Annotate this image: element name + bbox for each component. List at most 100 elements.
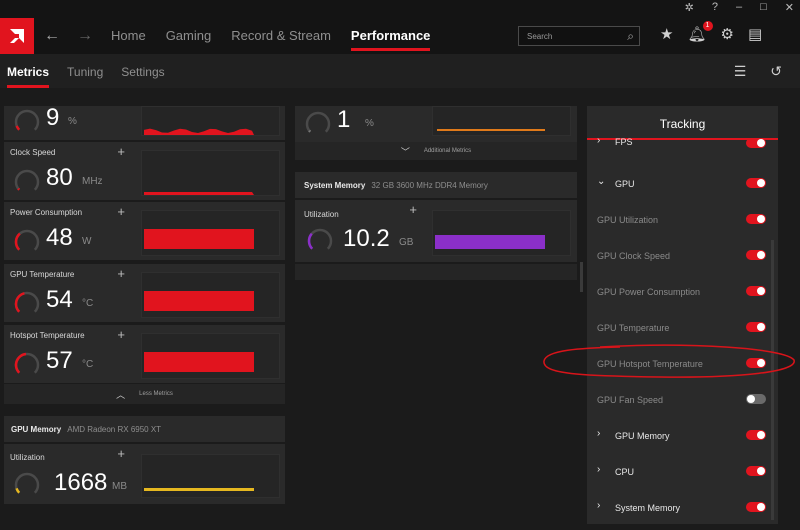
add-metric-plus-icon[interactable]: + bbox=[117, 266, 125, 281]
tracking-row[interactable]: › FPS bbox=[587, 134, 778, 154]
system-memory-footer bbox=[295, 264, 577, 280]
search-placeholder: Search bbox=[527, 32, 553, 41]
gauge-fill bbox=[308, 129, 312, 133]
gpu-memory-value: 1668 bbox=[54, 469, 108, 496]
middle-scrollbar[interactable] bbox=[580, 262, 583, 292]
tracking-row-label: System Memory bbox=[615, 503, 681, 513]
gauge-track bbox=[14, 472, 40, 494]
tab-metrics[interactable]: Metrics bbox=[7, 65, 50, 88]
tracking-toggle[interactable] bbox=[746, 502, 766, 512]
notifications-bell-icon[interactable]: 🔔︎ 1 bbox=[687, 21, 713, 43]
tracking-row-label: GPU Memory bbox=[615, 431, 670, 441]
chevron-up-icon: ︿ bbox=[116, 389, 126, 400]
settings-gear-icon[interactable]: ⚙ bbox=[721, 25, 734, 43]
toggle-knob bbox=[757, 215, 765, 223]
tracking-row[interactable]: › CPU bbox=[587, 454, 778, 490]
cpu-graph bbox=[432, 106, 571, 136]
bug-icon[interactable]: ✲ bbox=[685, 1, 694, 14]
annotation-ellipse bbox=[543, 344, 795, 378]
minimize-icon[interactable]: – bbox=[736, 1, 742, 14]
add-metric-plus-icon[interactable]: + bbox=[117, 144, 125, 159]
toggle-knob bbox=[757, 503, 765, 511]
add-metric-plus-icon[interactable]: + bbox=[117, 327, 125, 342]
metric-value: 57 bbox=[46, 347, 73, 374]
toggle-knob bbox=[757, 139, 765, 147]
tracking-row[interactable]: GPU Fan Speed bbox=[587, 382, 778, 418]
tracking-row[interactable]: › System Memory bbox=[587, 490, 778, 526]
less-metrics-toggle[interactable]: ︿ Less Metrics bbox=[4, 384, 285, 404]
chevron-right-icon[interactable]: › bbox=[597, 500, 600, 511]
close-icon[interactable]: ✕ bbox=[785, 1, 794, 14]
add-metric-plus-icon[interactable]: + bbox=[409, 202, 417, 217]
tracking-scrollbar[interactable] bbox=[771, 240, 774, 520]
tab-settings[interactable]: Settings bbox=[121, 65, 164, 79]
tracking-toggle[interactable] bbox=[746, 430, 766, 440]
chevron-right-icon[interactable]: › bbox=[597, 428, 600, 439]
gauge-fill bbox=[15, 487, 21, 494]
tracking-row[interactable]: GPU Power Consumption bbox=[587, 274, 778, 310]
metric-unit: °C bbox=[82, 298, 94, 309]
metric-value: 54 bbox=[46, 286, 73, 313]
cpu-utilization-card: 1 % bbox=[295, 106, 577, 142]
metric-sparkline bbox=[144, 128, 254, 135]
tracking-row[interactable]: › GPU Memory bbox=[587, 418, 778, 454]
tracking-toggle[interactable] bbox=[746, 214, 766, 224]
cpu-gauge bbox=[305, 111, 331, 133]
nav-performance[interactable]: Performance bbox=[350, 28, 431, 51]
favorites-star-icon[interactable]: ★ bbox=[660, 25, 673, 43]
gpu-memory-subtitle: AMD Radeon RX 6950 XT bbox=[67, 425, 162, 434]
list-view-icon[interactable]: ☰ bbox=[734, 63, 747, 80]
search-input[interactable]: Search ⌕ bbox=[518, 26, 640, 46]
gpu-metric-card: Power Consumption +48 W bbox=[4, 202, 285, 260]
nav-home[interactable]: Home bbox=[111, 28, 146, 43]
tracking-toggle[interactable] bbox=[746, 178, 766, 188]
add-metric-plus-icon[interactable]: + bbox=[117, 204, 125, 219]
additional-metrics-toggle[interactable]: ﹀ Additional Metrics bbox=[295, 142, 577, 160]
sidebar-toggle-icon[interactable]: ▤ bbox=[748, 25, 762, 43]
metric-bar bbox=[144, 291, 254, 311]
tracking-toggle[interactable] bbox=[746, 138, 766, 148]
tracking-toggle[interactable] bbox=[746, 394, 766, 404]
gpu-memory-utilization-card: Utilization + 1668 MB bbox=[4, 444, 285, 504]
system-memory-label: Utilization bbox=[304, 210, 339, 219]
tracking-row[interactable]: GPU Temperature bbox=[587, 310, 778, 346]
tracking-row[interactable]: GPU Clock Speed bbox=[587, 238, 778, 274]
forward-arrow-icon[interactable]: → bbox=[77, 27, 93, 45]
toggle-knob bbox=[757, 287, 765, 295]
amd-logo[interactable] bbox=[0, 18, 34, 54]
top-navigation: ← → Home Gaming Record & Stream Performa… bbox=[0, 18, 800, 54]
metric-value: 48 bbox=[46, 224, 73, 251]
tracking-row-label: GPU Utilization bbox=[597, 215, 659, 225]
back-arrow-icon[interactable]: ← bbox=[44, 27, 60, 45]
toggle-knob bbox=[757, 179, 765, 187]
metric-label: GPU Temperature bbox=[10, 270, 75, 279]
maximize-icon[interactable]: □ bbox=[760, 1, 767, 14]
chevron-down-icon: ﹀ bbox=[400, 146, 410, 157]
gpu-memory-title: GPU Memory bbox=[11, 425, 62, 434]
sparkline-area bbox=[144, 192, 254, 195]
tab-tuning[interactable]: Tuning bbox=[67, 65, 103, 79]
system-memory-title: System Memory bbox=[304, 181, 366, 190]
nav-record-stream[interactable]: Record & Stream bbox=[231, 28, 331, 43]
metric-unit: MHz bbox=[82, 176, 103, 187]
gauge-track bbox=[14, 109, 40, 131]
gpu-memory-unit: MB bbox=[112, 481, 127, 492]
metric-sparkline bbox=[144, 192, 254, 195]
metric-label: Clock Speed bbox=[10, 148, 56, 157]
tracking-toggle[interactable] bbox=[746, 286, 766, 296]
tracking-toggle[interactable] bbox=[746, 466, 766, 476]
sparkline-area bbox=[144, 128, 254, 135]
chevron-right-icon[interactable]: › bbox=[597, 135, 600, 146]
chevron-down-icon[interactable]: ⌄ bbox=[597, 176, 605, 187]
reset-icon[interactable]: ↺ bbox=[770, 63, 782, 80]
tracking-row[interactable]: GPU Utilization bbox=[587, 202, 778, 238]
add-metric-plus-icon[interactable]: + bbox=[117, 446, 125, 461]
tracking-toggle[interactable] bbox=[746, 322, 766, 332]
chevron-right-icon[interactable]: › bbox=[597, 464, 600, 475]
nav-gaming[interactable]: Gaming bbox=[166, 28, 212, 43]
help-icon[interactable]: ? bbox=[712, 1, 718, 14]
cpu-graph-line bbox=[437, 129, 545, 131]
tracking-toggle[interactable] bbox=[746, 250, 766, 260]
tracking-row[interactable]: ⌄ GPU bbox=[587, 166, 778, 202]
sub-navigation: Metrics Tuning Settings ☰ ↺ bbox=[0, 54, 800, 88]
